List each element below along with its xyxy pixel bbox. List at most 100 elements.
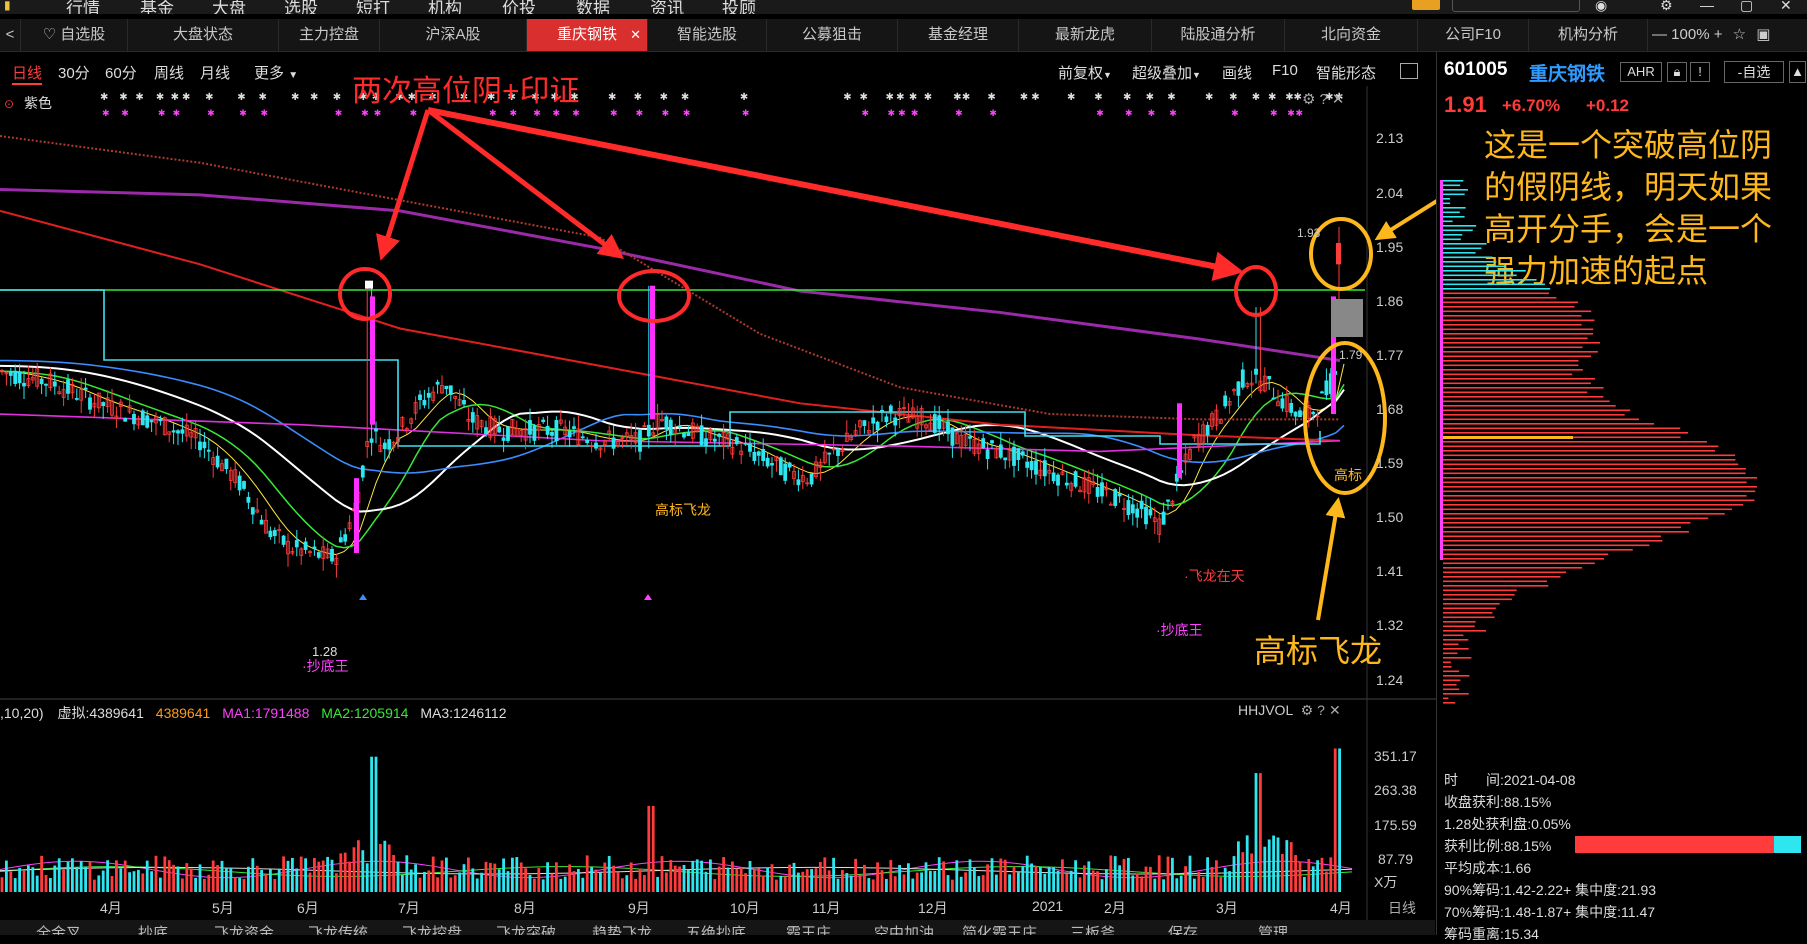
volume-bar: [1140, 876, 1143, 892]
restore-icon[interactable]: ▢: [1740, 0, 1753, 14]
gear-icon[interactable]: ⚙: [1660, 0, 1673, 14]
panel-toggle-icon[interactable]: [1400, 63, 1418, 79]
add-watchlist-button[interactable]: -自选: [1724, 61, 1784, 83]
strategy-tab[interactable]: 空中加油: [874, 922, 934, 935]
zoom-in-icon[interactable]: +: [1714, 26, 1723, 43]
period-monthly[interactable]: 月线: [200, 62, 230, 83]
help-icon[interactable]: ?: [1317, 702, 1329, 718]
menu-item[interactable]: 基金: [140, 0, 174, 14]
volume-bar: [700, 860, 703, 892]
strategy-tab[interactable]: 五绝抄底: [686, 922, 746, 935]
menu-item[interactable]: 选股: [284, 0, 318, 14]
volume-bar: [757, 868, 761, 892]
tool-draw[interactable]: 画线: [1222, 62, 1252, 83]
tab-hs-a[interactable]: 沪深A股: [380, 19, 527, 51]
candle-body: [585, 439, 590, 444]
strategy-tab[interactable]: 全金叉: [36, 922, 81, 935]
period-30min[interactable]: 30分: [58, 62, 90, 83]
tool-overlay[interactable]: 超级叠加▼: [1132, 62, 1201, 83]
menu-item[interactable]: 短打: [356, 0, 390, 14]
minimize-icon[interactable]: —: [1700, 0, 1714, 13]
service-badge[interactable]: [1412, 0, 1440, 10]
tab-scroll-left[interactable]: <: [0, 19, 21, 51]
close-icon[interactable]: ✕: [1780, 0, 1792, 14]
strategy-tab[interactable]: 三板斧: [1070, 922, 1115, 935]
menu-item[interactable]: 投顾: [722, 0, 756, 14]
menu-item[interactable]: 行情: [66, 0, 100, 14]
chip-bar: [1443, 180, 1464, 182]
tab-hk-connect[interactable]: 陆股通分析: [1152, 19, 1285, 51]
period-60min[interactable]: 60分: [105, 62, 137, 83]
pin-icon[interactable]: ☆: [1733, 26, 1746, 43]
chip-time: 时 间:2021-04-08: [1444, 772, 1576, 788]
tab-chongqing-steel[interactable]: 重庆钢铁 ✕: [527, 19, 648, 51]
menu-item[interactable]: 数据: [576, 0, 610, 14]
candle-body: [765, 457, 770, 467]
tab-main-control[interactable]: 主力控盘: [279, 19, 380, 51]
search-box[interactable]: [1452, 0, 1580, 12]
tab-smart-select[interactable]: 智能选股: [648, 19, 767, 51]
tool-f10[interactable]: F10: [1272, 62, 1298, 79]
chip-bar: [1443, 216, 1465, 218]
volume-indicator[interactable]: HHJVOL ⚙?✕: [1238, 702, 1345, 719]
user-icon[interactable]: ◉: [1595, 0, 1607, 14]
menu-item[interactable]: 资讯: [650, 0, 684, 14]
menu-item[interactable]: 价投: [502, 0, 536, 14]
strategy-tab[interactable]: 霸王庄: [786, 922, 831, 935]
kline-chart-area[interactable]: ✱ ✱ ✱ ✱ ✱ ✱ ✱ ✱ ✱ ✱ ✱ ✱ ✱ ✱ ✱ ✱ ✱ ✱ ✱ ✱ ✱ ✱ ✱ ✱ ✱ ✱ ✱ ✱ ✱ ✱ ✱ ✱ ✱ ✱ ✱ ✱ ✱ ✱ ✱ ✱…: [0, 86, 1436, 920]
strategy-tab[interactable]: 飞龙资金: [214, 922, 274, 935]
tab-public-fund[interactable]: 公募狙击: [767, 19, 898, 51]
chip-bar: [1443, 373, 1573, 376]
ahr-badge[interactable]: AHR: [1620, 62, 1662, 82]
strategy-tab[interactable]: 简化霸王庄: [962, 922, 1037, 935]
zoom-out-icon[interactable]: —: [1652, 26, 1667, 43]
alert-icon[interactable]: !: [1690, 62, 1710, 82]
strategy-tab[interactable]: 飞龙传统: [308, 922, 368, 935]
close-tab-icon[interactable]: ✕: [630, 19, 641, 51]
tab-market-status[interactable]: 大盘状态: [128, 19, 279, 51]
tool-smart-shape[interactable]: 智能形态: [1316, 62, 1376, 83]
close-icon[interactable]: ✕: [1332, 91, 1349, 108]
candle-body: [1267, 375, 1272, 380]
period-weekly[interactable]: 周线: [154, 62, 184, 83]
tool-fq[interactable]: 前复权▼: [1058, 62, 1112, 83]
gear-icon[interactable]: ⚙: [1301, 702, 1318, 718]
scroll-arrow-icon[interactable]: ▲: [1789, 61, 1806, 83]
volume-bar: [946, 875, 950, 892]
tab-north-funds[interactable]: 北向资金: [1285, 19, 1418, 51]
volume-bar: [1069, 870, 1073, 892]
strategy-tab[interactable]: 飞龙控盘: [402, 922, 462, 935]
period-more[interactable]: 更多 ▼: [254, 62, 298, 83]
gear-icon[interactable]: ⚙: [1302, 91, 1319, 108]
window-icon[interactable]: ▣: [1756, 26, 1770, 43]
bottom-corner-label[interactable]: 日线: [1388, 898, 1416, 918]
tab-dragon-tiger[interactable]: 最新龙虎: [1019, 19, 1152, 51]
month-tick: 2021: [1032, 898, 1064, 914]
volume-bar: [981, 875, 985, 892]
chip-70: 70%筹码:1.48-1.87+ 集中度:11.47: [1444, 904, 1656, 920]
collapse-icon[interactable]: ⊙: [4, 97, 14, 111]
candle-body: [1144, 506, 1148, 525]
candle-body: [783, 463, 788, 481]
chip-bar: [1443, 652, 1458, 655]
close-icon[interactable]: ✕: [1329, 702, 1345, 718]
period-daily[interactable]: 日线: [12, 62, 43, 85]
help-icon[interactable]: ?: [1319, 91, 1331, 108]
strategy-tab[interactable]: 趋势飞龙: [592, 922, 652, 935]
strategy-tab[interactable]: 管理: [1258, 922, 1288, 935]
tab-institution[interactable]: 机构分析: [1529, 19, 1648, 51]
strategy-tab[interactable]: 抄底: [138, 922, 168, 935]
chip-bar: [1443, 553, 1609, 556]
menu-item[interactable]: 机构: [428, 0, 462, 14]
strategy-tab[interactable]: 飞龙突破: [496, 922, 556, 935]
signal-star: ✱: [1020, 92, 1028, 103]
tab-watchlist[interactable]: ♡ 自选股: [21, 19, 128, 51]
menu-item[interactable]: 大盘: [212, 0, 246, 14]
volume-bar: [973, 867, 976, 892]
volume-bar: [1039, 866, 1042, 892]
lock-icon[interactable]: 🔒︎: [1667, 62, 1687, 82]
chart-theme[interactable]: ⊙ 紫色: [4, 93, 52, 113]
strategy-tab[interactable]: 保存: [1168, 922, 1198, 935]
tab-f10[interactable]: 公司F10: [1418, 19, 1529, 51]
tab-fund-manager[interactable]: 基金经理: [898, 19, 1019, 51]
